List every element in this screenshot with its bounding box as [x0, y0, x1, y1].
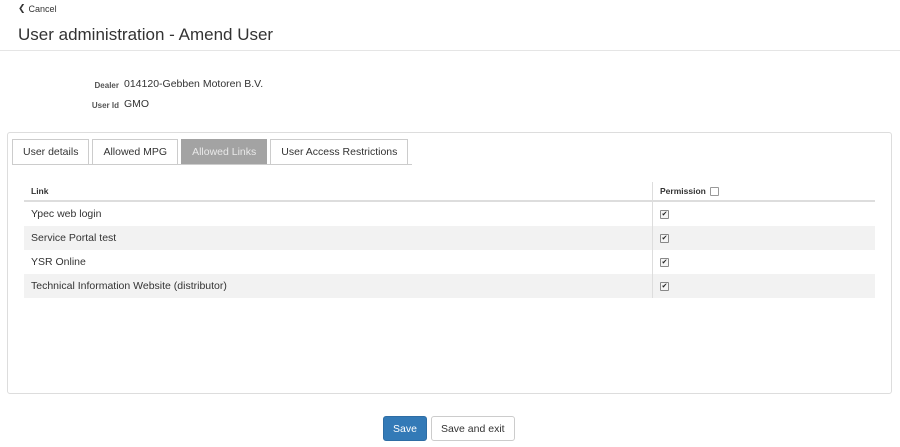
permission-cell: ✔	[652, 201, 875, 226]
tab-divider	[12, 164, 412, 165]
header-divider	[0, 50, 900, 51]
link-name: Technical Information Website (distribut…	[24, 274, 653, 298]
user-id-label: User Id	[91, 101, 119, 110]
dealer-value: 014120-Gebben Motoren B.V.	[124, 78, 264, 90]
dealer-label: Dealer	[94, 81, 119, 90]
save-and-exit-button[interactable]: Save and exit	[430, 416, 515, 441]
user-id-value: GMO	[124, 98, 150, 110]
tab-bar: User details Allowed MPG Allowed Links U…	[12, 139, 409, 164]
permission-checkbox[interactable]: ✔	[660, 209, 669, 219]
table-row: YSR Online ✔	[24, 250, 875, 274]
save-button[interactable]: Save	[383, 416, 427, 441]
link-name: Ypec web login	[24, 201, 653, 226]
chevron-left-icon: ❮	[18, 3, 26, 13]
permission-checkbox[interactable]: ✔	[660, 257, 669, 267]
cancel-label: Cancel	[28, 3, 57, 14]
link-name: Service Portal test	[24, 226, 653, 250]
cancel-link[interactable]: ❮ Cancel	[18, 3, 57, 14]
tab-allowed-links[interactable]: Allowed Links	[181, 139, 268, 164]
permission-checkbox[interactable]: ✔	[660, 233, 669, 243]
tab-user-details[interactable]: User details	[12, 139, 90, 164]
permission-cell: ✔	[652, 226, 875, 250]
links-table: Link Permission Ypec web login ✔ Service…	[24, 182, 875, 298]
action-bar: Save Save and exit	[383, 416, 515, 441]
column-header-link: Link	[24, 182, 653, 202]
permission-header-label: Permission	[660, 185, 706, 196]
permission-cell: ✔	[652, 274, 875, 298]
table-row: Ypec web login ✔	[24, 201, 875, 226]
column-header-permission: Permission	[652, 182, 875, 202]
page-title: User administration - Amend User	[18, 25, 274, 44]
table-row: Service Portal test ✔	[24, 226, 875, 250]
table-row: Technical Information Website (distribut…	[24, 274, 875, 298]
link-name: YSR Online	[24, 250, 653, 274]
table-header-row: Link Permission	[24, 182, 875, 202]
permission-cell: ✔	[652, 250, 875, 274]
tab-allowed-mpg[interactable]: Allowed MPG	[92, 139, 179, 164]
permission-checkbox[interactable]: ✔	[660, 281, 669, 291]
select-all-checkbox[interactable]	[710, 187, 720, 197]
tab-user-access-restrictions[interactable]: User Access Restrictions	[270, 139, 409, 164]
